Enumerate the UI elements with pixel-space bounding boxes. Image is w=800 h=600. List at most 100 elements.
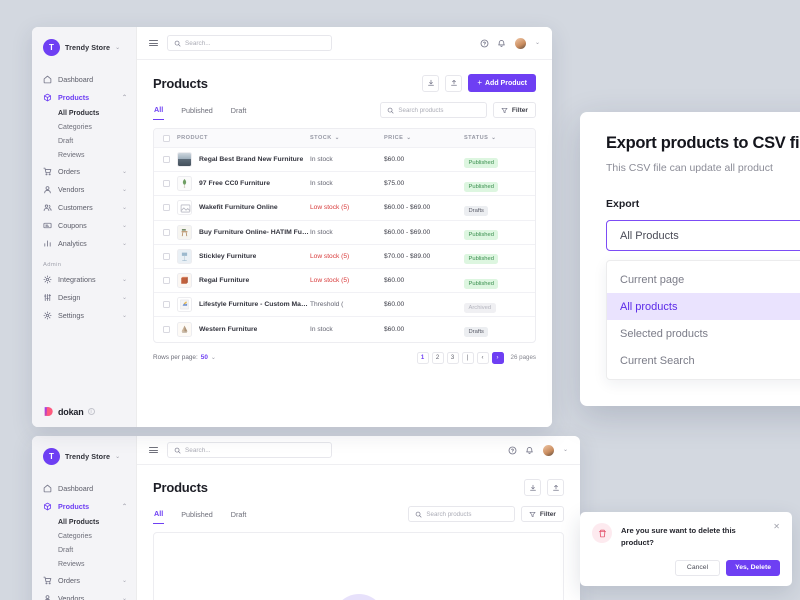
cancel-button[interactable]: Cancel xyxy=(674,559,721,576)
sidebar-item-analytics[interactable]: Analytics ⌄ xyxy=(32,235,136,253)
product-cell: Lifestyle Furniture - Custom Made Solid … xyxy=(177,297,310,313)
row-checkbox[interactable] xyxy=(163,325,170,333)
sidebar-subitem-all-products[interactable]: All Products xyxy=(32,106,136,120)
close-icon[interactable]: ✕ xyxy=(773,523,780,549)
product-name: Lifestyle Furniture - Custom Made Solid … xyxy=(199,301,310,309)
page-button-2[interactable]: 2 xyxy=(431,351,444,364)
sidebar-item-vendors-2[interactable]: Vendors ⌄ xyxy=(32,590,136,600)
sidebar-item-orders[interactable]: Orders ⌄ xyxy=(32,163,136,181)
table-row[interactable]: Lifestyle Furniture - Custom Made Solid … xyxy=(154,293,535,318)
sidebar-item-dashboard[interactable]: Dashboard xyxy=(32,70,136,88)
row-checkbox[interactable] xyxy=(163,204,170,212)
product-thumbnail-placeholder xyxy=(177,200,192,216)
filter-button[interactable]: Filter xyxy=(493,102,536,118)
bell-icon[interactable] xyxy=(497,39,506,48)
sidebar-item-integrations[interactable]: Integrations ⌄ xyxy=(32,271,136,289)
dropdown-option-current-page[interactable]: Current page xyxy=(607,266,800,293)
column-stock[interactable]: STOCK ⌄ xyxy=(310,135,384,141)
tab-all[interactable]: All xyxy=(153,100,165,120)
tab-published-2[interactable]: Published xyxy=(180,505,214,524)
dropdown-option-selected-products[interactable]: Selected products xyxy=(607,320,800,347)
chevron-down-icon[interactable]: ⌄ xyxy=(563,447,568,453)
page-button-1[interactable]: 1 xyxy=(416,351,429,364)
filter-button-2[interactable]: Filter xyxy=(521,506,564,523)
row-checkbox[interactable] xyxy=(163,228,170,236)
sidebar-item-products[interactable]: Products ⌃ xyxy=(32,88,136,106)
row-checkbox[interactable] xyxy=(163,180,170,188)
sidebar-subitem-draft-2[interactable]: Draft xyxy=(32,543,136,557)
sidebar-item-settings[interactable]: Settings ⌄ xyxy=(32,307,136,325)
rows-per-page[interactable]: Rows per page: 50 ⌄ xyxy=(153,354,216,361)
sidebar-subitem-reviews-2[interactable]: Reviews xyxy=(32,558,136,572)
sidebar-subitem-categories[interactable]: Categories xyxy=(32,120,136,134)
export-scope-select[interactable]: All Products xyxy=(606,220,800,251)
confirm-delete-button[interactable]: Yes, Delete xyxy=(726,559,780,576)
sidebar-item-coupons[interactable]: Coupons ⌄ xyxy=(32,217,136,235)
page-button-3[interactable]: 3 xyxy=(446,351,459,364)
table-row[interactable]: Buy Furniture Online- HATIM Furniture In… xyxy=(154,221,535,245)
prev-page-button[interactable]: ‹ xyxy=(476,351,489,364)
table-row[interactable]: 97 Free CC0 Furniture In stock $75.00 Pu… xyxy=(154,172,535,197)
tab-draft[interactable]: Draft xyxy=(230,101,248,120)
export-button[interactable] xyxy=(422,74,440,92)
bell-icon[interactable] xyxy=(525,446,534,455)
chevron-down-icon: ⌄ xyxy=(115,44,121,51)
status-cell: Drafts xyxy=(464,320,526,338)
sidebar-item-products-2[interactable]: Products ⌃ xyxy=(32,497,136,515)
sidebar-subitem-all-products-2[interactable]: All Products xyxy=(32,515,136,529)
next-page-button[interactable]: › xyxy=(491,351,504,364)
avatar-2[interactable] xyxy=(541,443,555,457)
page-button-ellipsis[interactable]: | xyxy=(461,351,474,364)
column-status[interactable]: STATUS ⌄ xyxy=(464,135,526,141)
avatar[interactable] xyxy=(513,36,527,50)
sidebar-item-customers[interactable]: Customers ⌄ xyxy=(32,199,136,217)
sidebar-subitem-reviews[interactable]: Reviews xyxy=(32,149,136,163)
menu-icon[interactable] xyxy=(149,39,158,47)
search-input[interactable]: Search... xyxy=(167,35,332,51)
stock-cell: Low stock (5) xyxy=(310,204,350,212)
sidebar-subitem-draft[interactable]: Draft xyxy=(32,134,136,148)
tab-draft-2[interactable]: Draft xyxy=(230,505,248,524)
search-products-input[interactable]: Search products xyxy=(380,102,488,118)
search-products-input-2[interactable]: Search products xyxy=(408,506,516,523)
table-row[interactable]: Western Furniture In stock $60.00 Drafts xyxy=(154,317,535,341)
download-icon xyxy=(427,79,434,86)
help-circle-icon[interactable] xyxy=(508,446,517,455)
product-name: 97 Free CC0 Furniture xyxy=(199,180,271,188)
column-price[interactable]: PRICE ⌄ xyxy=(384,135,464,141)
sidebar-subitem-categories-2[interactable]: Categories xyxy=(32,529,136,543)
row-checkbox[interactable] xyxy=(163,252,170,260)
tab-published[interactable]: Published xyxy=(180,101,214,120)
stock-cell: Low stock (5) xyxy=(310,277,350,285)
dropdown-option-all-products[interactable]: All products xyxy=(607,293,800,320)
row-checkbox[interactable] xyxy=(163,156,170,164)
store-switcher[interactable]: T Trendy Store ⌄ xyxy=(32,27,136,66)
table-row[interactable]: Stickley Furniture Low stock (5) $70.00 … xyxy=(154,245,535,269)
tab-all-2[interactable]: All xyxy=(153,504,165,525)
add-product-button[interactable]: + Add Product xyxy=(468,74,536,92)
product-thumbnail xyxy=(177,224,192,240)
menu-icon[interactable] xyxy=(149,447,158,454)
select-all-checkbox[interactable] xyxy=(163,134,170,142)
dropdown-option-current-search[interactable]: Current Search xyxy=(607,347,800,374)
sidebar-item-vendors[interactable]: Vendors ⌄ xyxy=(32,181,136,199)
search-input-2[interactable]: Search... xyxy=(167,442,332,459)
import-button[interactable] xyxy=(445,74,463,92)
sidebar-item-dashboard-2[interactable]: Dashboard xyxy=(32,479,136,497)
status-badge: Drafts xyxy=(464,327,489,338)
search-placeholder: Search... xyxy=(185,446,211,454)
export-button-2[interactable] xyxy=(524,479,541,497)
import-button-2[interactable] xyxy=(547,479,564,497)
info-icon[interactable]: i xyxy=(87,408,95,415)
store-switcher-2[interactable]: T Trendy Store ⌄ xyxy=(32,436,136,475)
row-checkbox[interactable] xyxy=(163,301,170,309)
table-row[interactable]: Wakefit Furniture Online Low stock (5) $… xyxy=(154,196,535,221)
row-checkbox[interactable] xyxy=(163,277,170,285)
table-row[interactable]: Regal Best Brand New Furniture In stock … xyxy=(154,148,535,173)
sidebar-item-design[interactable]: Design ⌄ xyxy=(32,289,136,307)
table-row[interactable]: Regal Furniture Low stock (5) $60.00 Pub… xyxy=(154,269,535,294)
chevron-down-icon[interactable]: ⌄ xyxy=(535,40,540,46)
stock-cell: In stock xyxy=(310,228,333,236)
sidebar-item-orders-2[interactable]: Orders ⌄ xyxy=(32,572,136,590)
help-circle-icon[interactable] xyxy=(480,39,489,48)
